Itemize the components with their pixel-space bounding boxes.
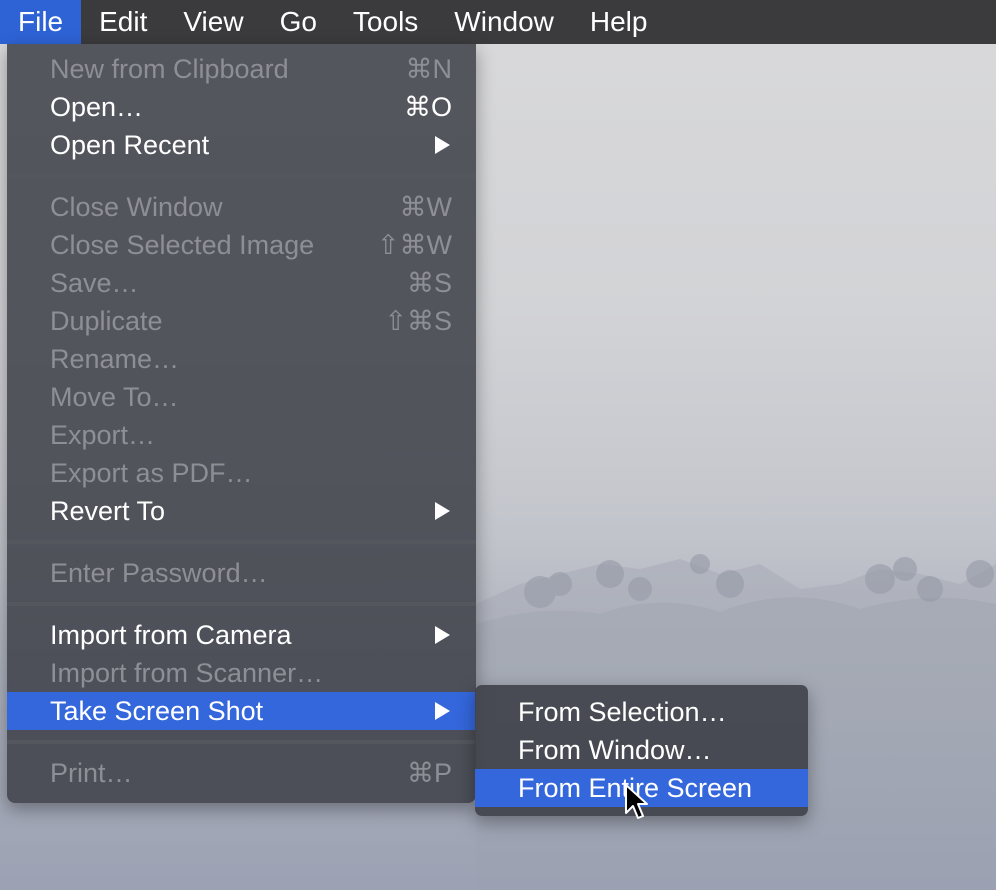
shortcut-label: ⇧⌘S [384,305,452,336]
menu-item-new-from-clipboard[interactable]: New from Clipboard ⌘N [7,50,476,88]
menubar-tools[interactable]: Tools [335,0,436,44]
menu-item-duplicate[interactable]: Duplicate ⇧⌘S [7,302,476,340]
menu-item-close-window[interactable]: Close Window ⌘W [7,188,476,226]
menu-item-label: Rename… [50,343,180,374]
submenu-arrow-icon [435,136,450,154]
menu-item-label: From Selection… [518,696,727,727]
menu-item-label: Revert To [50,495,166,526]
submenu-item-from-selection[interactable]: From Selection… [475,693,808,731]
menu-separator [7,730,476,754]
menu-separator [7,530,476,554]
menu-item-rename[interactable]: Rename… [7,340,476,378]
submenu-arrow-icon [435,626,450,644]
menu-item-label: Close Window [50,191,223,222]
menu-item-open-recent[interactable]: Open Recent [7,126,476,164]
menubar-window[interactable]: Window [436,0,572,44]
shortcut-label: ⌘N [405,53,453,84]
menu-item-label: Take Screen Shot [50,695,264,726]
menu-item-label: Import from Scanner… [50,657,324,688]
menu-item-label: Duplicate [50,305,163,336]
menu-item-label: Open… [50,91,144,122]
menu-bar: File Edit View Go Tools Window Help [0,0,996,44]
shortcut-label: ⌘P [406,757,452,788]
menubar-help[interactable]: Help [572,0,666,44]
menu-item-move-to[interactable]: Move To… [7,378,476,416]
menu-item-label: Close Selected Image [50,229,315,260]
mouse-pointer-icon [625,784,648,819]
menu-item-import-from-scanner[interactable]: Import from Scanner… [7,654,476,692]
menu-item-enter-password[interactable]: Enter Password… [7,554,476,592]
menu-item-label: Print… [50,757,133,788]
menubar-edit[interactable]: Edit [81,0,165,44]
menu-item-label: New from Clipboard [50,53,289,84]
menu-item-revert-to[interactable]: Revert To [7,492,476,530]
menu-item-label: Save… [50,267,139,298]
menu-item-label: Import from Camera [50,619,292,650]
menu-item-print[interactable]: Print… ⌘P [7,754,476,792]
submenu-arrow-icon [435,502,450,520]
menu-item-label: Export… [50,419,156,450]
submenu-arrow-icon [435,702,450,720]
menu-item-close-selected-image[interactable]: Close Selected Image ⇧⌘W [7,226,476,264]
menu-item-export[interactable]: Export… [7,416,476,454]
menu-separator [7,592,476,616]
menu-item-label: Open Recent [50,129,210,160]
submenu-item-from-window[interactable]: From Window… [475,731,808,769]
shortcut-label: ⇧⌘W [376,229,452,260]
menubar-file[interactable]: File [0,0,82,44]
menu-item-save[interactable]: Save… ⌘S [7,264,476,302]
menubar-go[interactable]: Go [262,0,335,44]
menu-item-open[interactable]: Open… ⌘O [7,88,476,126]
menu-item-label: From Entire Screen [518,772,753,803]
menu-item-import-from-camera[interactable]: Import from Camera [7,616,476,654]
menubar-view[interactable]: View [165,0,261,44]
menu-separator [7,164,476,188]
file-menu: New from Clipboard ⌘N Open… ⌘O Open Rece… [7,44,476,803]
menu-item-label: From Window… [518,734,712,765]
menu-item-take-screen-shot[interactable]: Take Screen Shot [7,692,476,730]
menu-item-label: Export as PDF… [50,457,253,488]
shortcut-label: ⌘S [406,267,452,298]
menu-item-label: Move To… [50,381,179,412]
menu-item-export-as-pdf[interactable]: Export as PDF… [7,454,476,492]
menu-item-label: Enter Password… [50,557,268,588]
shortcut-label: ⌘O [403,91,452,122]
shortcut-label: ⌘W [399,191,452,222]
